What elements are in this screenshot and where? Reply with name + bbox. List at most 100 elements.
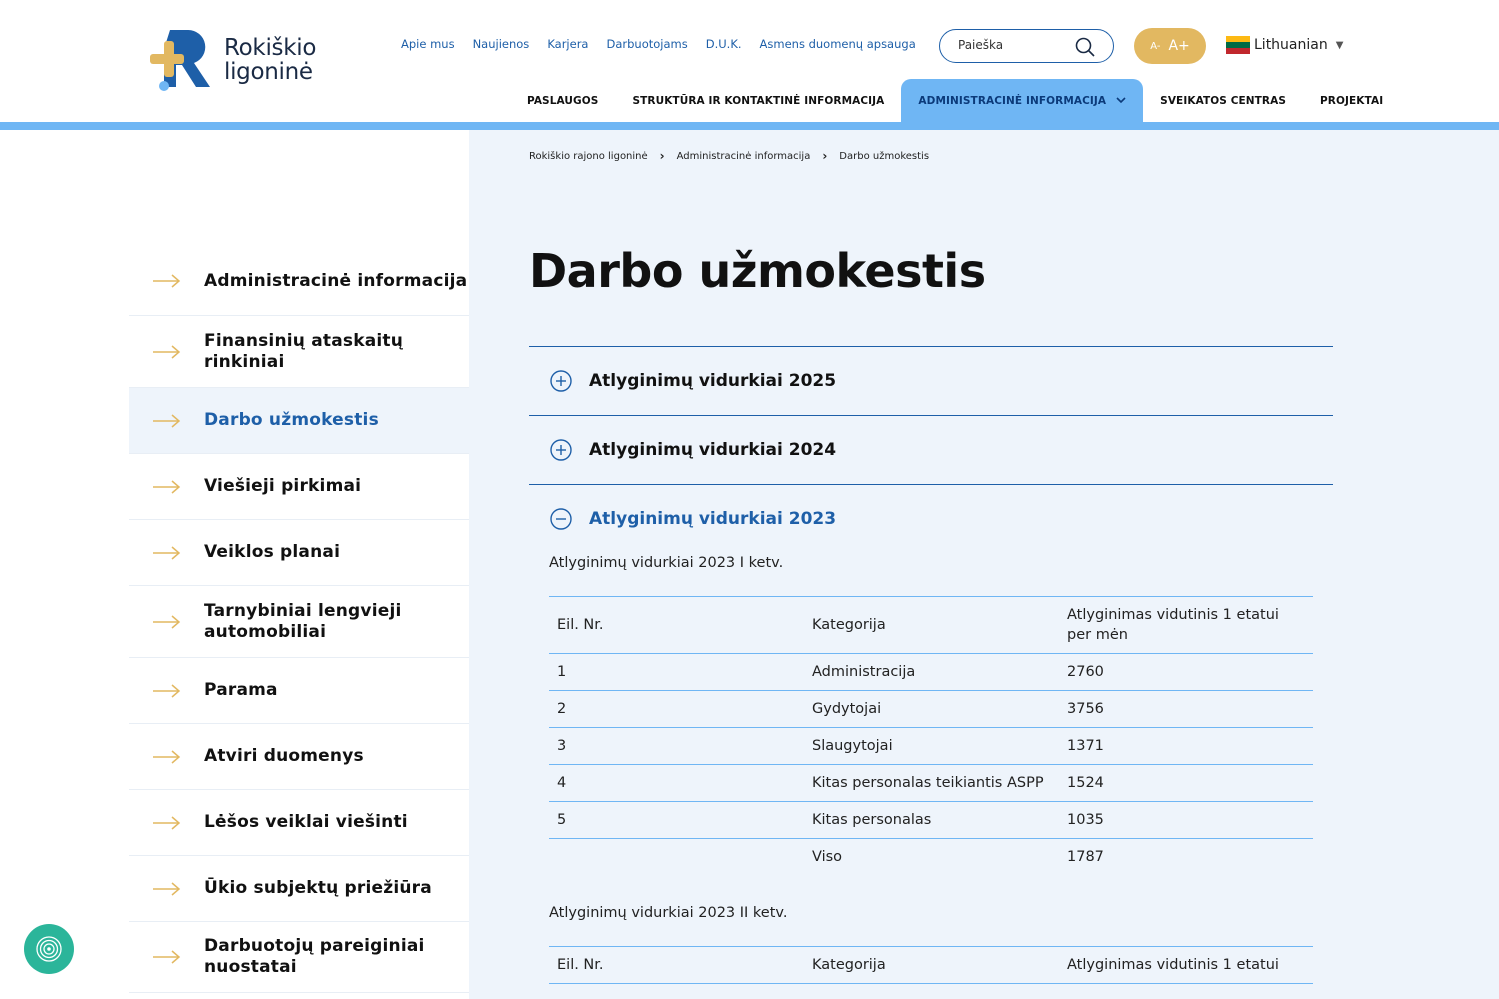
accordion-title: Atlyginimų vidurkiai 2025 [589,371,837,391]
minus-circle-icon [550,508,572,530]
column-header: Kategorija [804,596,1059,654]
sidebar-item[interactable]: Veiklos planai [129,520,469,586]
sidebar-item-label: Veiklos planai [204,542,341,562]
nav-label: PASLAUGOS [527,94,599,107]
top-link-darbuotojams[interactable]: Darbuotojams [606,37,687,51]
language-selector[interactable]: Lithuanian ▼ [1226,36,1343,54]
table-cell: Gydytojai [804,690,1059,728]
chevron-right-icon: › [822,149,828,163]
table-cell: 4 [549,764,804,802]
plus-circle-icon [550,370,572,392]
search-box [939,29,1114,63]
nav-label: SVEIKATOS CENTRAS [1160,94,1286,107]
nav-paslaugos[interactable]: PASLAUGOS [510,79,615,122]
language-label: Lithuanian [1254,37,1328,53]
nav-projektai[interactable]: PROJEKTAI [1303,79,1400,122]
table-row: 3 Slaugytojai 1371 [549,727,1313,765]
table-cell: 1 [549,653,804,691]
table-cell: Viso [812,849,843,865]
plus-circle-icon [550,439,572,461]
sidebar-item-label: Administracinė informacija [204,270,468,291]
nav-administracine-informacija[interactable]: ADMINISTRACINĖ INFORMACIJA [901,79,1144,122]
sidebar-item[interactable]: Ūkio subjektų priežiūra [129,856,469,922]
table-cell: 3 [549,727,804,765]
chevron-right-icon: › [659,149,665,163]
sidebar-item-label: Tarnybiniai lengvieji automobiliai [204,600,402,642]
top-link-duomenu-apsauga[interactable]: Asmens duomenų apsauga [760,37,916,51]
sidebar-item[interactable]: Finansinių ataskaitų rinkiniai [129,316,469,388]
arrow-right-icon [153,815,181,830]
breadcrumb: Rokiškio rajono ligoninė › Administracin… [529,149,929,163]
nav-label: STRUKTŪRA IR KONTAKTINĖ INFORMACIJA [632,94,885,107]
top-link-naujienos[interactable]: Naujienos [473,37,530,51]
sidebar-item[interactable]: Parama [129,658,469,724]
font-increase-button[interactable]: A+ [1168,38,1189,54]
accordion-2023[interactable]: Atlyginimų vidurkiai 2023 [529,484,1333,553]
sidebar-item[interactable]: Viešieji pirkimai [129,454,469,520]
arrow-right-icon [153,749,181,764]
search-icon[interactable] [1075,37,1095,57]
table-row: Viso 1787 [549,839,1313,876]
sidebar-item[interactable]: Atviri duomenys [129,724,469,790]
sidebar-item[interactable]: Lėšos veiklai viešinti [129,790,469,856]
sidebar-item-label: Atviri duomenys [204,746,364,766]
nav-sveikatos-centras[interactable]: SVEIKATOS CENTRAS [1143,79,1303,122]
table-row: 1 Administracija 2760 [549,653,1313,691]
arrow-right-icon [153,413,181,428]
accessibility-button[interactable] [24,924,74,974]
arrow-right-icon [153,683,181,698]
quarter-heading: Atlyginimų vidurkiai 2023 II ketv. [549,905,788,921]
accordion-2023-body: Atlyginimų vidurkiai 2023 I ketv. Eil. N… [529,555,1333,984]
search-input[interactable] [958,38,1078,52]
nav-label: ADMINISTRACINĖ INFORMACIJA [918,94,1107,107]
top-link-karjera[interactable]: Karjera [547,37,588,51]
breadcrumb-current: Darbo užmokestis [839,150,930,162]
sidebar-item-label: Parama [204,680,278,700]
sidebar-item[interactable]: Administracinė informacija [129,247,469,316]
font-decrease-button[interactable]: A- [1150,41,1160,52]
quarter-heading: Atlyginimų vidurkiai 2023 I ketv. [549,555,784,571]
sidebar-item[interactable]: Darbuotojų pareiginiai nuostatai [129,922,469,993]
table-cell: 3756 [1059,690,1313,728]
sidebar-item-label: Darbuotojų pareiginiai nuostatai [204,936,425,977]
salary-table-q1: Eil. Nr. Kategorija Atlyginimas vidutini… [549,596,1313,875]
table-cell: 2 [549,690,804,728]
nav-struktura[interactable]: STRUKTŪRA IR KONTAKTINĖ INFORMACIJA [615,79,901,122]
table-cell: Administracija [804,653,1059,691]
table-cell: 1524 [1059,764,1313,802]
arrow-right-icon [153,545,181,560]
column-header: Eil. Nr. [549,946,804,984]
top-link-duk[interactable]: D.U.K. [706,37,742,51]
sidebar-item-label: Viešieji pirkimai [204,476,362,496]
accordion: Atlyginimų vidurkiai 2025 Atlyginimų vid… [529,346,1333,984]
site-logo[interactable]: Rokiškio ligoninė [148,28,338,94]
column-header: Eil. Nr. [549,596,804,654]
sidebar-item[interactable]: Darbo užmokestis [129,388,469,454]
sidebar-item-label: Lėšos veiklai viešinti [204,812,408,832]
logo-mark-icon [150,29,210,91]
accordion-2024[interactable]: Atlyginimų vidurkiai 2024 [529,415,1333,484]
arrow-right-icon [153,881,181,896]
sidebar-item-label: Darbo užmokestis [204,410,379,430]
table-cell: Kitas personalas [804,801,1059,839]
top-link-apie-mus[interactable]: Apie mus [401,37,455,51]
breadcrumb-section[interactable]: Administracinė informacija [677,151,811,162]
accordion-title: Atlyginimų vidurkiai 2023 [589,509,837,529]
table-row: 4 Kitas personalas teikiantis ASPP 1524 [549,764,1313,802]
logo-line-1: Rokiškio [224,35,317,61]
lithuania-flag-icon [1226,36,1250,54]
sidebar-item-label: Finansinių ataskaitų rinkiniai [204,330,404,372]
fingerprint-icon [36,936,62,962]
arrow-right-icon [153,950,181,964]
chevron-down-icon [1116,97,1126,104]
accordion-2025[interactable]: Atlyginimų vidurkiai 2025 [529,346,1333,415]
sidebar-menu: Administracinė informacija Finansinių ata… [129,247,469,993]
table-cell: Kitas personalas teikiantis ASPP [804,764,1059,802]
salary-table-q2: Eil. Nr. Kategorija Atlyginimas vidutini… [549,946,1313,984]
page-title: Darbo užmokestis [529,244,986,298]
table-cell: 5 [549,801,804,839]
sidebar-item[interactable]: Tarnybiniai lengvieji automobiliai [129,586,469,658]
table-cell [549,839,804,876]
table-cell: 2760 [1059,653,1313,691]
breadcrumb-home[interactable]: Rokiškio rajono ligoninė [529,151,648,162]
